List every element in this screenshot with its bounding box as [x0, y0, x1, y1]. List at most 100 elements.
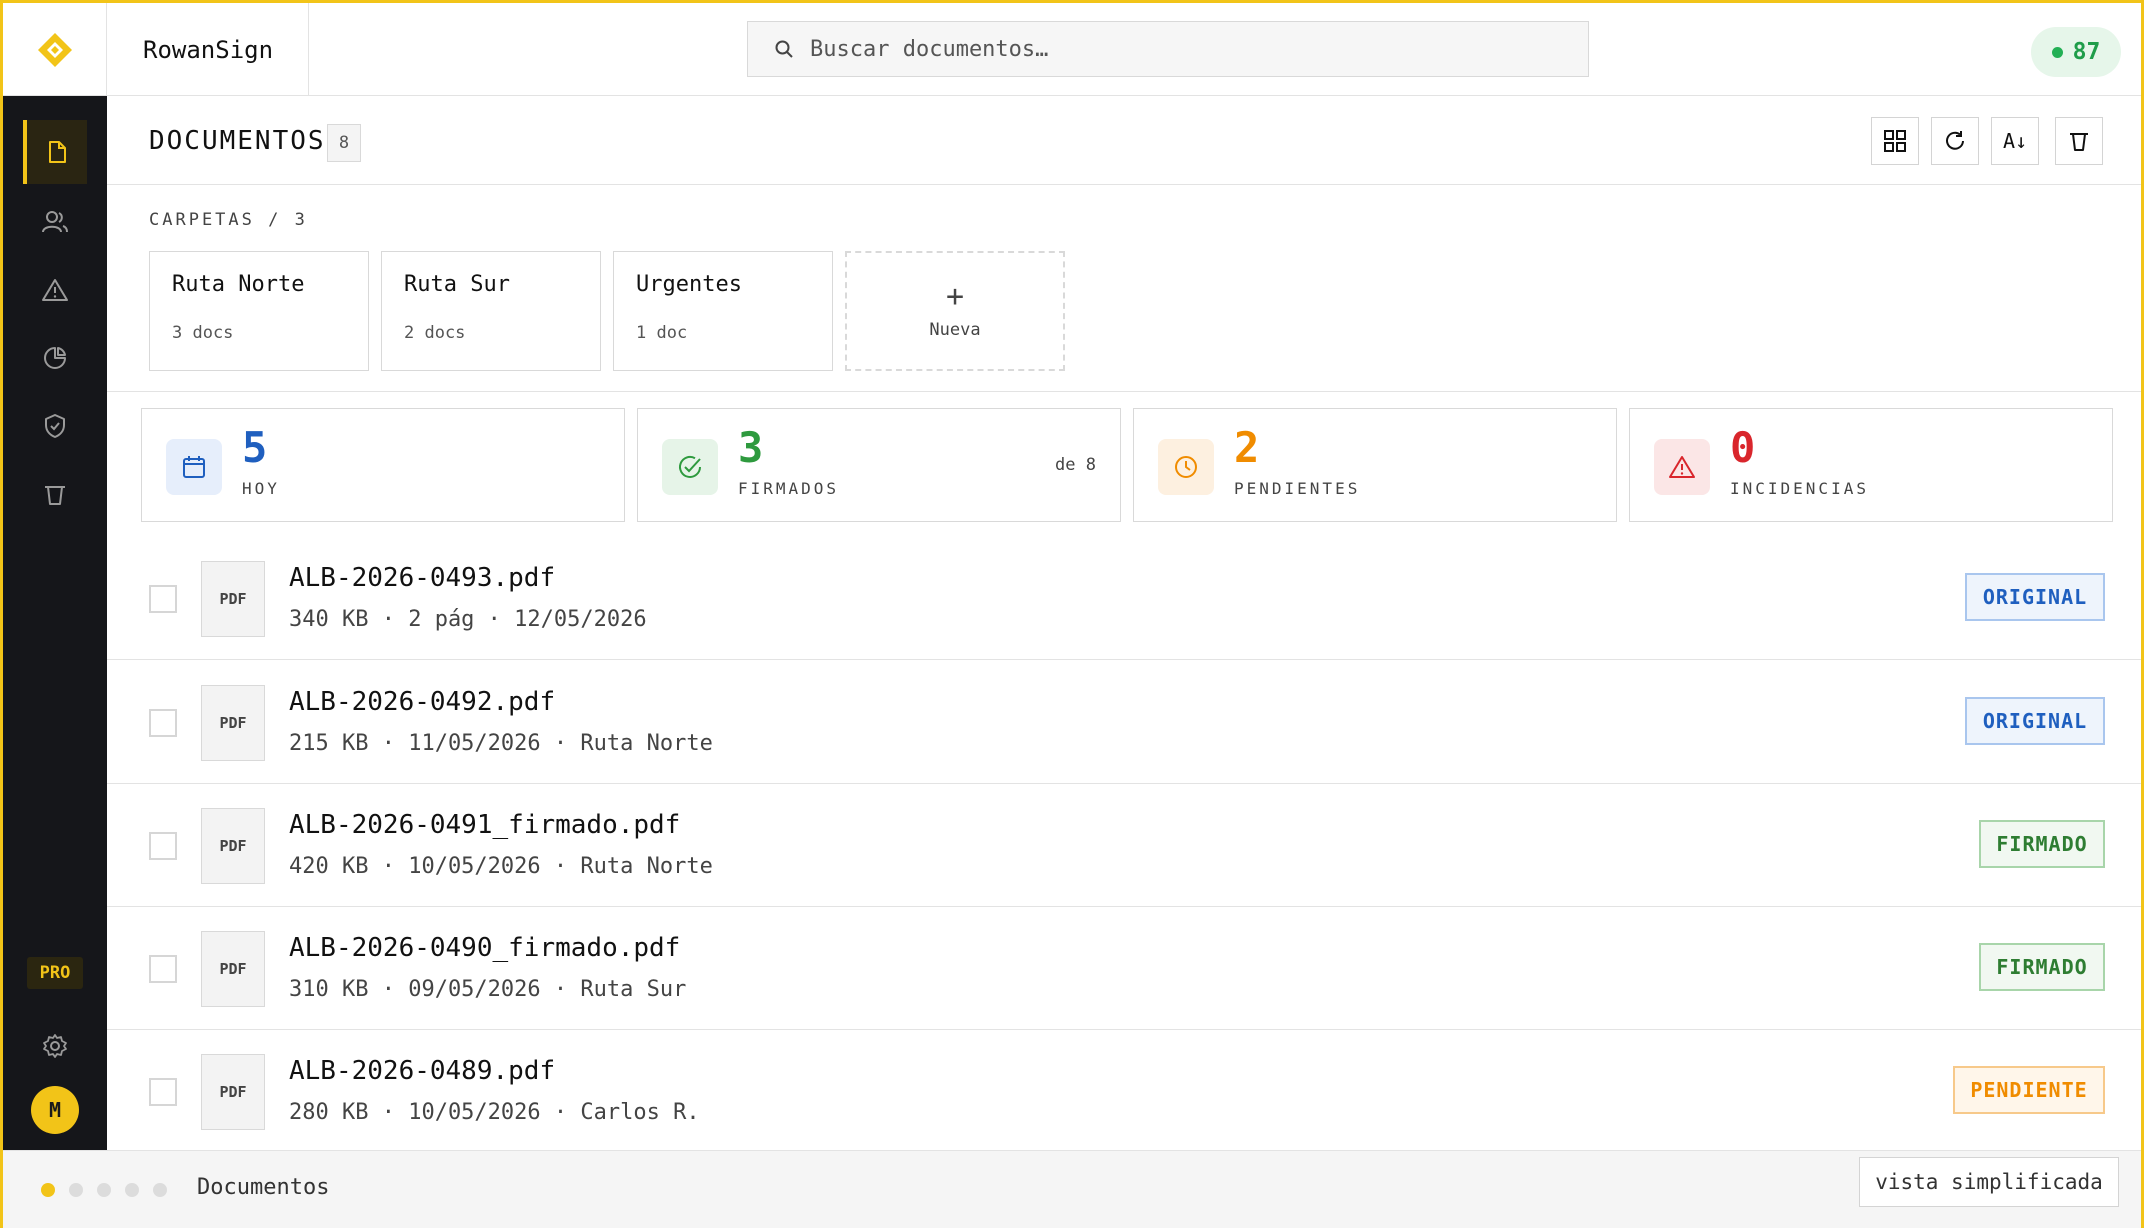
document-meta: 310 KB · 09/05/2026 · Ruta Sur: [289, 977, 687, 1002]
stat-value: 5: [242, 423, 268, 472]
document-row[interactable]: PDF ALB-2026-0493.pdf 340 KB · 2 pág · 1…: [107, 537, 2141, 660]
stat-card-pending[interactable]: 2 PENDIENTES: [1133, 408, 1617, 522]
search-icon: [775, 40, 793, 58]
stat-card-incidents[interactable]: 0 INCIDENCIAS: [1629, 408, 2113, 522]
folder-name: Ruta Norte: [172, 272, 305, 297]
status-badge: FIRMADO: [1979, 943, 2105, 991]
status-badge: ORIGINAL: [1965, 573, 2105, 621]
row-checkbox[interactable]: [149, 709, 177, 737]
document-row[interactable]: PDF ALB-2026-0492.pdf 215 KB · 11/05/202…: [107, 661, 2141, 784]
document-count-badge: 8: [327, 124, 361, 162]
folder-count: 2 docs: [404, 323, 466, 343]
pie-chart-icon: [44, 347, 66, 369]
stat-icon-box: [1654, 439, 1710, 495]
current-section-label: Documentos: [197, 1175, 330, 1200]
refresh-icon: [1946, 131, 1964, 150]
page-dot[interactable]: [97, 1183, 111, 1197]
sidebar-item-users[interactable]: [23, 190, 87, 254]
pdf-file-icon: PDF: [201, 931, 265, 1007]
sidebar-item-trash[interactable]: [23, 462, 87, 526]
status-badge: PENDIENTE: [1953, 1066, 2105, 1114]
delete-button[interactable]: [2055, 117, 2103, 165]
sort-az-icon: A↓: [2002, 129, 2028, 153]
row-checkbox[interactable]: [149, 955, 177, 983]
document-row[interactable]: PDF ALB-2026-0490_firmado.pdf 310 KB · 0…: [107, 907, 2141, 1030]
documents-header: DOCUMENTOS 8 A↓: [107, 96, 2141, 185]
sidebar-item-security[interactable]: [23, 394, 87, 458]
trash-icon: [2070, 133, 2088, 151]
document-name[interactable]: ALB-2026-0491_firmado.pdf: [289, 810, 680, 840]
folder-count: 1 doc: [636, 323, 688, 343]
refresh-button[interactable]: [1931, 117, 1979, 165]
document-icon: [49, 141, 66, 163]
status-dot-icon: [2051, 46, 2063, 58]
row-checkbox[interactable]: [149, 1078, 177, 1106]
page-dot[interactable]: [125, 1183, 139, 1197]
footer-bar: Documentos vista simplificada: [3, 1150, 2141, 1228]
document-row[interactable]: PDF ALB-2026-0489.pdf 280 KB · 10/05/202…: [107, 1030, 2141, 1153]
folder-card-urgentes[interactable]: Urgentes 1 doc: [613, 251, 833, 371]
plus-icon: +: [945, 279, 965, 314]
stat-total: de 8: [1055, 455, 1096, 475]
score-badge[interactable]: 87: [2031, 27, 2121, 77]
stat-label: INCIDENCIAS: [1730, 479, 1869, 498]
stat-value: 2: [1234, 423, 1260, 472]
document-meta: 420 KB · 10/05/2026 · Ruta Norte: [289, 854, 713, 879]
score-value: 87: [2072, 39, 2101, 65]
row-checkbox[interactable]: [149, 585, 177, 613]
status-badge: ORIGINAL: [1965, 697, 2105, 745]
stat-icon-box: [166, 439, 222, 495]
folders-heading: CARPETAS / 3: [149, 210, 308, 230]
calendar-icon: [183, 456, 205, 478]
gear-icon: [43, 1034, 67, 1058]
stat-icon-box: [1158, 439, 1214, 495]
app-window: RowanSign 87: [0, 0, 2144, 1228]
document-name[interactable]: ALB-2026-0490_firmado.pdf: [289, 933, 680, 963]
new-folder-label: Nueva: [929, 320, 981, 340]
users-icon: [42, 211, 68, 233]
document-name[interactable]: ALB-2026-0492.pdf: [289, 687, 555, 717]
pdf-file-icon: PDF: [201, 808, 265, 884]
search-input[interactable]: [810, 36, 1570, 62]
divider: [107, 391, 2141, 392]
stat-label: PENDIENTES: [1234, 479, 1361, 498]
sidebar-item-reports[interactable]: [23, 326, 87, 390]
warning-icon: [1669, 456, 1695, 478]
document-row[interactable]: PDF ALB-2026-0491_firmado.pdf 420 KB · 1…: [107, 784, 2141, 907]
document-meta: 215 KB · 11/05/2026 · Ruta Norte: [289, 731, 713, 756]
stat-label: FIRMADOS: [738, 479, 840, 498]
sidebar-item-incidents[interactable]: [23, 258, 87, 322]
check-circle-icon: [679, 455, 701, 478]
clock-icon: [1175, 456, 1197, 478]
page-dot[interactable]: [153, 1183, 167, 1197]
folder-card-ruta-sur[interactable]: Ruta Sur 2 docs: [381, 251, 601, 371]
sort-button[interactable]: A↓: [1991, 117, 2039, 165]
stat-card-today[interactable]: 5 HOY: [141, 408, 625, 522]
search-box[interactable]: [747, 21, 1589, 77]
rowansign-logo-icon: [37, 32, 72, 67]
page-dot-active[interactable]: [41, 1183, 55, 1197]
avatar[interactable]: M: [31, 1086, 79, 1134]
folder-card-ruta-norte[interactable]: Ruta Norte 3 docs: [149, 251, 369, 371]
shield-icon: [45, 414, 65, 438]
document-name[interactable]: ALB-2026-0493.pdf: [289, 563, 555, 593]
page-title: DOCUMENTOS: [149, 126, 326, 156]
logo[interactable]: [3, 3, 107, 96]
page-dot[interactable]: [69, 1183, 83, 1197]
top-bar: RowanSign 87: [3, 3, 2141, 96]
app-title: RowanSign: [107, 3, 309, 96]
trash-icon: [45, 486, 65, 505]
document-meta: 280 KB · 10/05/2026 · Carlos R.: [289, 1100, 700, 1125]
document-name[interactable]: ALB-2026-0489.pdf: [289, 1056, 555, 1086]
sidebar: PRO M: [3, 96, 107, 1150]
sidebar-item-settings[interactable]: [23, 1014, 87, 1078]
stat-label: HOY: [242, 479, 280, 498]
grid-view-button[interactable]: [1871, 117, 1919, 165]
simple-view-button[interactable]: vista simplificada: [1859, 1157, 2119, 1207]
sidebar-item-documents[interactable]: [23, 120, 87, 184]
stat-card-signed[interactable]: 3 FIRMADOS de 8: [637, 408, 1121, 522]
row-checkbox[interactable]: [149, 832, 177, 860]
pdf-file-icon: PDF: [201, 685, 265, 761]
new-folder-button[interactable]: + Nueva: [845, 251, 1065, 371]
status-badge: FIRMADO: [1979, 820, 2105, 868]
